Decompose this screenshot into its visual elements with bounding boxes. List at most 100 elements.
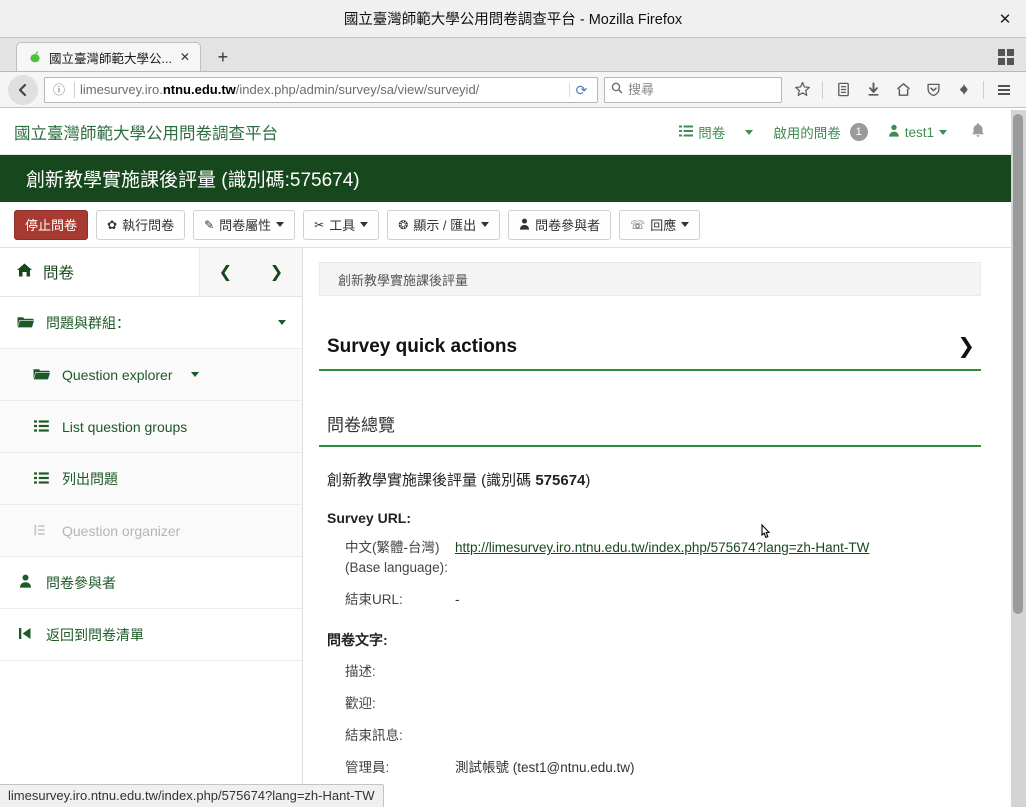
user-icon [16, 574, 34, 591]
search-input[interactable] [628, 82, 775, 97]
folder-icon [16, 315, 34, 331]
sidebar-next-icon[interactable]: ❯ [260, 262, 293, 282]
sidebar-item-list-question-groups[interactable]: List question groups [0, 401, 302, 453]
display-export-label: 顯示 / 匯出 [413, 218, 477, 233]
browser-tabstrip: 國立臺灣師範大學公... ✕ + [0, 38, 1026, 72]
home-icon[interactable] [889, 76, 917, 104]
search-icon [611, 82, 623, 97]
sidebar-item-label: 問題與群組： [46, 314, 130, 331]
survey-name-line: 創新教學實施課後評量 (識別碼 575674) [319, 447, 981, 490]
window-close-button[interactable]: ✕ [994, 8, 1016, 30]
responses-button[interactable]: ☏ 回應 [619, 209, 701, 240]
user-icon [888, 124, 900, 140]
nav-surveys-menu[interactable]: 問卷 [669, 122, 735, 142]
content-inner: 創新教學實施課後評量 Survey quick actions ❯ 問卷總覽 創… [303, 248, 1011, 778]
chevron-down-icon [745, 129, 754, 135]
survey-url-heading: Survey URL: [327, 510, 412, 526]
library-icon[interactable] [829, 76, 857, 104]
nav-surveys-label: 問卷 [698, 126, 726, 141]
field-row: 中文(繁體-台灣) (Base language): http://limesu… [327, 538, 981, 578]
field-row: 結束訊息: [327, 726, 981, 746]
sidebar-item-questions-groups[interactable]: 問題與群組： [0, 297, 302, 349]
nav-user-menu[interactable]: test1 [878, 124, 957, 140]
sidebar-item-list-questions[interactable]: 列出問題 [0, 453, 302, 505]
sidebar-nav-arrows: ❮ ❯ [199, 248, 302, 296]
survey-sidebar: 問卷 ❮ ❯ 問題與群組： Question explorer List que… [0, 248, 303, 807]
stop-survey-button[interactable]: 停止問卷 [14, 209, 89, 240]
survey-overview-panel-header: 問卷總覽 [319, 389, 981, 447]
survey-title-bar: 創新教學實施課後評量 (識別碼:575674) [0, 155, 1011, 202]
sidebar-item-label: 列出問題 [62, 470, 118, 487]
chevron-right-icon[interactable]: ❯ [957, 334, 975, 359]
reload-icon[interactable]: ⟳ [569, 82, 593, 97]
chevron-down-icon[interactable] [278, 320, 286, 325]
survey-properties-label: 問卷屬性 [219, 218, 272, 233]
page-scrollbar-thumb[interactable] [1013, 114, 1023, 614]
quick-actions-title: Survey quick actions [327, 335, 518, 357]
folder-icon [32, 367, 50, 383]
responses-label: 回應 [650, 218, 677, 233]
browser-navbar: ⓘ limesurvey.iro.ntnu.edu.tw/index.php/a… [0, 72, 1026, 108]
search-bar[interactable] [604, 76, 782, 103]
survey-url-link[interactable]: http://limesurvey.iro.ntnu.edu.tw/index.… [455, 540, 869, 555]
stop-survey-label: 停止問卷 [25, 218, 78, 233]
bookmark-star-icon[interactable] [788, 76, 816, 104]
toolbar-divider-2 [983, 80, 984, 99]
browser-tab[interactable]: 國立臺灣師範大學公... ✕ [16, 42, 201, 71]
main-content: 創新教學實施課後評量 Survey quick actions ❯ 問卷總覽 創… [303, 248, 1011, 807]
description-label: 描述: [345, 664, 376, 679]
nav-active-surveys[interactable]: 啟用的問卷 1 [763, 122, 878, 142]
run-survey-label: 執行問卷 [122, 218, 175, 233]
breadcrumb-item[interactable]: 創新教學實施課後評量 [338, 270, 468, 289]
end-url-label: 結束URL: [345, 592, 403, 607]
notifications-bell-icon[interactable] [957, 122, 993, 142]
close-icon[interactable]: ✕ [178, 50, 192, 64]
sidebar-item-label: 問卷參與者 [46, 574, 116, 591]
list-all-tabs-icon[interactable] [996, 47, 1016, 65]
sidebar-item-survey-participants[interactable]: 問卷參與者 [0, 557, 302, 609]
nav-surveys-caret[interactable] [735, 129, 763, 135]
new-tab-button[interactable]: + [211, 47, 235, 67]
back-button[interactable] [8, 74, 38, 105]
gear-icon: ✿ [107, 217, 118, 232]
chevron-down-icon [681, 222, 690, 227]
url-bar[interactable]: ⓘ limesurvey.iro.ntnu.edu.tw/index.php/a… [44, 76, 598, 103]
admin-label: 管理員: [345, 760, 390, 775]
app-navbar: 國立臺灣師範大學公用問卷調查平台 問卷 啟用的問卷 1 test1 [0, 110, 1011, 155]
app-brand[interactable]: 國立臺灣師範大學公用問卷調查平台 [14, 120, 278, 144]
survey-quick-actions-panel[interactable]: Survey quick actions ❯ [319, 312, 981, 371]
field-row: 結束URL: - [327, 590, 981, 610]
chevron-down-icon[interactable] [190, 372, 199, 377]
tools-button[interactable]: ✂ 工具 [303, 209, 380, 240]
list-icon [679, 125, 694, 140]
survey-text-heading: 問卷文字: [327, 632, 388, 648]
end-url-value: - [455, 592, 460, 607]
site-info-icon[interactable]: ⓘ [49, 81, 69, 98]
sidebar-item-survey-home[interactable]: 問卷 [0, 261, 199, 283]
back-to-list-icon [16, 627, 34, 643]
survey-participants-button[interactable]: 問卷參與者 [508, 209, 612, 240]
base-language-label: 中文(繁體-台灣) (Base language): [345, 540, 448, 575]
page-scrollbar-track[interactable] [1011, 110, 1026, 807]
browser-titlebar: 國立臺灣師範大學公用問卷調查平台 - Mozilla Firefox ✕ [0, 0, 1026, 38]
run-survey-button[interactable]: ✿ 執行問卷 [96, 209, 186, 240]
url-suffix: /index.php/admin/survey/sa/view/surveyid… [235, 82, 480, 97]
sidebar-item-back-to-survey-list[interactable]: 返回到問卷清單 [0, 609, 302, 661]
responses-icon: ☏ [630, 217, 646, 232]
sidebar-prev-icon[interactable]: ❮ [209, 262, 242, 282]
sidebar-item-question-explorer[interactable]: Question explorer [0, 349, 302, 401]
wrench-icon: ✂ [314, 217, 325, 232]
downloads-icon[interactable] [859, 76, 887, 104]
shield-icon[interactable] [919, 76, 947, 104]
field-row: 管理員: 測試帳號 (test1@ntnu.edu.tw) [327, 758, 981, 778]
survey-properties-button[interactable]: ✎ 問卷屬性 [193, 209, 296, 240]
end-message-label: 結束訊息: [345, 728, 403, 743]
sync-icon[interactable] [949, 76, 977, 104]
chevron-down-icon [360, 222, 369, 227]
hamburger-menu-icon[interactable] [990, 76, 1018, 104]
app-body: 問卷 ❮ ❯ 問題與群組： Question explorer List que… [0, 248, 1026, 807]
survey-participants-label: 問卷參與者 [535, 218, 601, 233]
active-surveys-badge: 1 [849, 123, 868, 141]
chevron-down-icon [276, 222, 285, 227]
display-export-button[interactable]: ❂ 顯示 / 匯出 [387, 209, 501, 240]
